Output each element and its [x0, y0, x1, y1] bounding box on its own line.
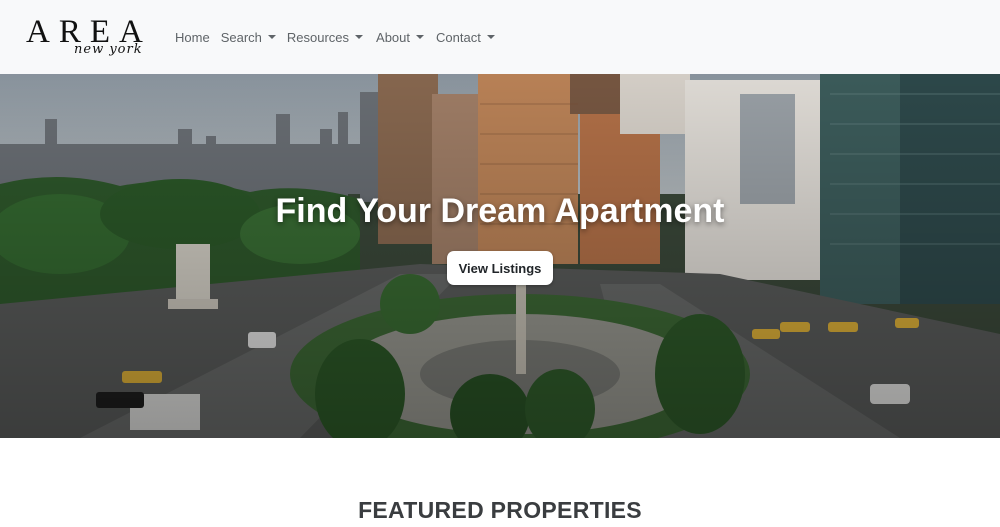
nav-resources-label: Resources [286, 29, 350, 45]
nav-about[interactable]: About [376, 27, 425, 47]
nav-contact-label: Contact [436, 29, 481, 45]
nav-search[interactable]: Search [221, 27, 276, 47]
navbar: AREA new york Home Search Resources Abou… [0, 0, 1000, 74]
view-listings-button[interactable]: View Listings [447, 251, 553, 285]
chevron-down-icon [416, 35, 425, 39]
chevron-down-icon [355, 35, 364, 39]
nav-home-label: Home [175, 29, 210, 45]
featured-properties-heading: FEATURED PROPERTIES [358, 497, 642, 523]
chevron-down-icon [486, 35, 495, 39]
nav-search-label: Search [220, 29, 262, 45]
chevron-down-icon [267, 35, 276, 39]
main-nav: Home Search Resources About Contact [175, 27, 495, 47]
hero-title: Find Your Dream Apartment [275, 192, 725, 230]
nav-contact[interactable]: Contact [436, 27, 495, 47]
nav-about-label: About [376, 29, 411, 45]
nav-home[interactable]: Home [175, 27, 210, 47]
brand-logo[interactable]: AREA new york [26, 14, 151, 62]
brand-tagline: new york [74, 42, 143, 57]
nav-resources[interactable]: Resources [286, 27, 364, 47]
hero-banner: Find Your Dream Apartment View Listings [0, 74, 1000, 438]
